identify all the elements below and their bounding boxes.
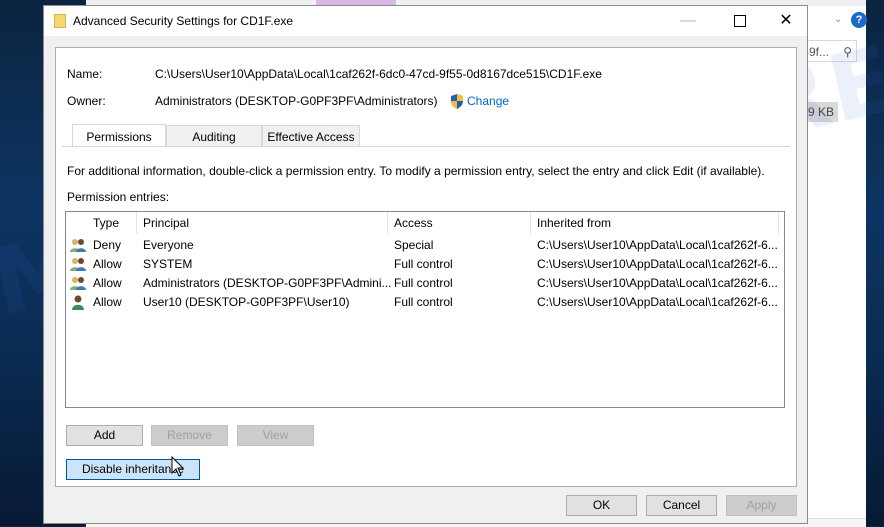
ok-button[interactable]: OK: [566, 495, 637, 516]
column-separator[interactable]: [778, 212, 779, 234]
uac-shield-icon: [451, 94, 463, 109]
chevron-down-icon[interactable]: ⌄: [834, 14, 842, 25]
close-button[interactable]: ✕: [764, 6, 808, 36]
view-button[interactable]: View: [237, 425, 314, 446]
entry-inherited-from: C:\Users\User10\AppData\Local\1caf262f-6…: [537, 276, 778, 290]
entry-access: Full control: [394, 295, 453, 309]
info-text: For additional information, double-click…: [67, 164, 765, 178]
search-input[interactable]: -9f... ⚲: [802, 40, 857, 62]
tab-auditing[interactable]: Auditing: [166, 125, 262, 147]
entry-type: Allow: [93, 276, 122, 290]
file-size: 9 KB: [806, 102, 838, 122]
entry-inherited-from: C:\Users\User10\AppData\Local\1caf262f-6…: [537, 295, 778, 309]
list-header: Type Principal Access Inherited from: [66, 212, 784, 234]
permission-entries-label: Permission entries:: [67, 190, 170, 204]
entry-principal: Administrators (DESKTOP-G0PF3PF\Admini..…: [143, 276, 392, 290]
advanced-security-dialog: Advanced Security Settings for CD1F.exe …: [43, 5, 808, 524]
table-row[interactable]: Allow User10 (DESKTOP-G0PF3PF\User10) Fu…: [66, 293, 784, 312]
table-row[interactable]: Deny Everyone Special C:\Users\User10\Ap…: [66, 236, 784, 255]
change-owner-link[interactable]: Change: [467, 94, 509, 108]
entry-access: Special: [394, 238, 434, 252]
tab-divider: [62, 146, 790, 147]
minimize-button[interactable]: —: [666, 6, 710, 36]
user-icon: [72, 295, 84, 310]
entry-principal: Everyone: [143, 238, 194, 252]
column-header-principal[interactable]: Principal: [143, 216, 189, 230]
entry-access: Full control: [394, 276, 453, 290]
remove-button[interactable]: Remove: [151, 425, 228, 446]
apply-button[interactable]: Apply: [726, 495, 797, 516]
tab-effective-access[interactable]: Effective Access: [262, 125, 360, 147]
column-header-type[interactable]: Type: [93, 216, 119, 230]
entry-type: Allow: [93, 295, 122, 309]
entry-type: Allow: [93, 257, 122, 271]
entry-principal: SYSTEM: [143, 257, 193, 271]
entry-access: Full control: [394, 257, 453, 271]
entry-inherited-from: C:\Users\User10\AppData\Local\1caf262f-6…: [537, 257, 778, 271]
content-panel: Name: C:\Users\User10\AppData\Local\1caf…: [55, 47, 797, 487]
table-row[interactable]: Allow Administrators (DESKTOP-G0PF3PF\Ad…: [66, 274, 784, 293]
owner-value: Administrators (DESKTOP-G0PF3PF\Administ…: [155, 94, 438, 108]
column-separator[interactable]: [387, 212, 388, 234]
entry-principal: User10 (DESKTOP-G0PF3PF\User10): [143, 295, 350, 309]
entry-inherited-from: C:\Users\User10\AppData\Local\1caf262f-6…: [537, 238, 778, 252]
folder-icon: [54, 14, 66, 28]
column-separator[interactable]: [530, 212, 531, 234]
group-icon: [70, 239, 86, 252]
permission-entries-list[interactable]: Type Principal Access Inherited from Den…: [65, 211, 785, 408]
group-icon: [70, 258, 86, 271]
search-icon: ⚲: [843, 45, 852, 59]
dialog-title: Advanced Security Settings for CD1F.exe: [73, 14, 294, 28]
mouse-cursor-icon: [171, 456, 185, 477]
entry-type: Deny: [93, 238, 122, 252]
cancel-button[interactable]: Cancel: [646, 495, 717, 516]
group-icon: [70, 277, 86, 290]
help-icon[interactable]: ?: [851, 12, 867, 28]
maximize-icon: [734, 14, 746, 27]
column-header-access[interactable]: Access: [394, 216, 433, 230]
name-label: Name:: [67, 67, 103, 81]
owner-label: Owner:: [67, 94, 106, 108]
search-value: -9f...: [805, 45, 830, 59]
column-header-inherited-from[interactable]: Inherited from: [537, 216, 611, 230]
tab-permissions[interactable]: Permissions: [72, 124, 166, 148]
name-value: C:\Users\User10\AppData\Local\1caf262f-6…: [155, 67, 602, 81]
maximize-button[interactable]: [718, 6, 762, 36]
table-row[interactable]: Allow SYSTEM Full control C:\Users\User1…: [66, 255, 784, 274]
add-button[interactable]: Add: [66, 425, 143, 446]
title-bar[interactable]: Advanced Security Settings for CD1F.exe …: [44, 6, 807, 36]
column-separator[interactable]: [136, 212, 137, 234]
